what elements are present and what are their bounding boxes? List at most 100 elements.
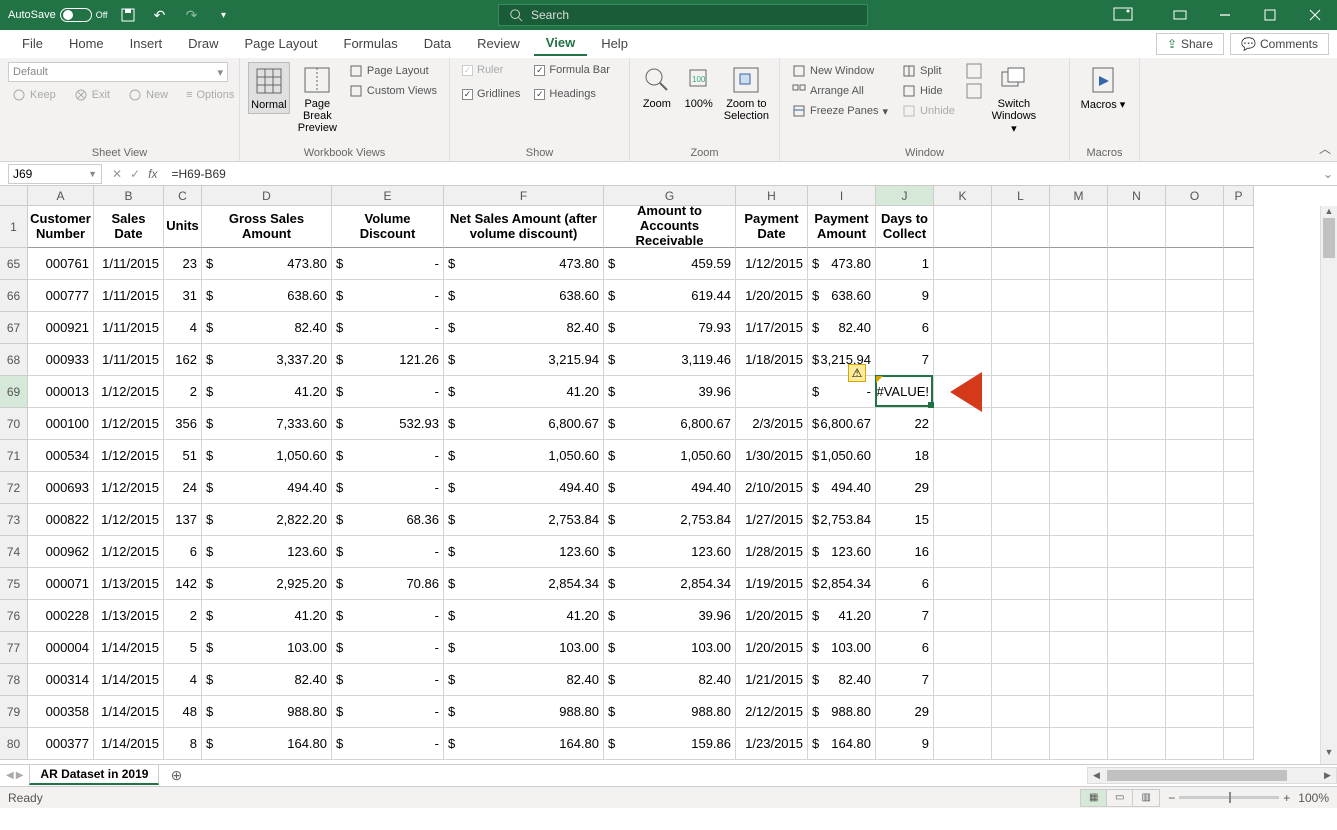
cell[interactable]: 24 bbox=[164, 472, 202, 504]
cell[interactable] bbox=[1108, 248, 1166, 280]
tab-file[interactable]: File bbox=[10, 32, 55, 55]
header-cell[interactable]: Net Sales Amount (after volume discount) bbox=[444, 206, 604, 248]
cell[interactable]: $82.40 bbox=[808, 312, 876, 344]
formula-input[interactable] bbox=[163, 162, 1319, 185]
col-header[interactable]: J bbox=[876, 186, 934, 206]
cell[interactable] bbox=[934, 440, 992, 472]
cell[interactable]: 000358 bbox=[28, 696, 94, 728]
cell[interactable] bbox=[1050, 248, 1108, 280]
cell[interactable] bbox=[1050, 536, 1108, 568]
cell[interactable]: 1/12/2015 bbox=[94, 504, 164, 536]
cell[interactable] bbox=[1224, 248, 1254, 280]
cell[interactable] bbox=[992, 440, 1050, 472]
cell[interactable]: 1/28/2015 bbox=[736, 536, 808, 568]
cell[interactable] bbox=[1108, 408, 1166, 440]
cell[interactable] bbox=[1108, 664, 1166, 696]
cell[interactable]: 1/11/2015 bbox=[94, 248, 164, 280]
sheet-nav[interactable]: ◀▶ bbox=[0, 770, 29, 781]
arrange-all-button[interactable]: Arrange All bbox=[788, 82, 892, 100]
col-header[interactable]: I bbox=[808, 186, 876, 206]
cell[interactable]: 51 bbox=[164, 440, 202, 472]
cell[interactable]: $1,050.60 bbox=[604, 440, 736, 472]
cell[interactable]: $2,753.84 bbox=[444, 504, 604, 536]
cell[interactable]: $2,753.84 bbox=[604, 504, 736, 536]
header-cell[interactable] bbox=[992, 206, 1050, 248]
cell[interactable]: 356 bbox=[164, 408, 202, 440]
cell[interactable] bbox=[1166, 504, 1224, 536]
scroll-right-icon[interactable]: ▶ bbox=[1319, 770, 1336, 781]
cell[interactable] bbox=[992, 696, 1050, 728]
zoom-track[interactable] bbox=[1179, 796, 1279, 799]
cell[interactable]: $638.60 bbox=[808, 280, 876, 312]
fx-icon[interactable]: fx bbox=[148, 167, 157, 181]
cell[interactable]: 4 bbox=[164, 664, 202, 696]
tab-review[interactable]: Review bbox=[465, 32, 532, 55]
cell[interactable]: 4 bbox=[164, 312, 202, 344]
sheet-next-icon[interactable]: ▶ bbox=[16, 770, 24, 781]
cell[interactable] bbox=[1050, 280, 1108, 312]
add-sheet-button[interactable]: ⊕ bbox=[165, 767, 187, 784]
cell[interactable]: 18 bbox=[876, 440, 934, 472]
close-icon[interactable] bbox=[1292, 0, 1337, 30]
cell[interactable] bbox=[1166, 632, 1224, 664]
row-header[interactable]: 78 bbox=[0, 664, 28, 696]
cell[interactable]: $- bbox=[332, 472, 444, 504]
cell[interactable]: $164.80 bbox=[808, 728, 876, 760]
cell[interactable] bbox=[992, 344, 1050, 376]
scroll-thumb[interactable] bbox=[1107, 770, 1287, 781]
switch-windows-button[interactable]: Switch Windows ▾ bbox=[989, 62, 1039, 137]
cell[interactable] bbox=[1108, 728, 1166, 760]
cell[interactable] bbox=[1166, 280, 1224, 312]
cell[interactable]: $6,800.67 bbox=[604, 408, 736, 440]
cell[interactable]: $123.60 bbox=[444, 536, 604, 568]
scroll-left-icon[interactable]: ◀ bbox=[1088, 770, 1105, 781]
cell[interactable] bbox=[992, 504, 1050, 536]
custom-views-button[interactable]: Custom Views bbox=[345, 82, 441, 100]
cell[interactable] bbox=[1108, 440, 1166, 472]
cell[interactable] bbox=[1108, 536, 1166, 568]
cell[interactable]: 1/27/2015 bbox=[736, 504, 808, 536]
col-header[interactable]: N bbox=[1108, 186, 1166, 206]
header-cell[interactable]: Sales Date bbox=[94, 206, 164, 248]
cell[interactable]: 000761 bbox=[28, 248, 94, 280]
split-button[interactable]: Split bbox=[898, 62, 959, 80]
cell[interactable]: $2,854.34 bbox=[808, 568, 876, 600]
cell[interactable]: $2,753.84 bbox=[808, 504, 876, 536]
share-button[interactable]: ⇪Share bbox=[1156, 33, 1224, 55]
keep-button[interactable]: Keep bbox=[8, 86, 60, 104]
view-side-icon[interactable] bbox=[965, 62, 983, 102]
cell[interactable] bbox=[1108, 280, 1166, 312]
cell[interactable] bbox=[1050, 728, 1108, 760]
cell[interactable]: $103.00 bbox=[604, 632, 736, 664]
header-cell[interactable]: Payment Amount bbox=[808, 206, 876, 248]
cancel-formula-icon[interactable]: ✕ bbox=[112, 167, 122, 181]
page-break-view-icon[interactable]: ▥ bbox=[1133, 790, 1159, 806]
cell[interactable] bbox=[992, 536, 1050, 568]
cell[interactable] bbox=[992, 312, 1050, 344]
cell[interactable]: $- bbox=[332, 440, 444, 472]
cell[interactable] bbox=[1050, 312, 1108, 344]
cell[interactable]: $473.80 bbox=[808, 248, 876, 280]
macros-button[interactable]: Macros ▾ bbox=[1078, 62, 1128, 113]
scroll-down-icon[interactable]: ▼ bbox=[1321, 747, 1337, 764]
cell[interactable]: $41.20 bbox=[444, 376, 604, 408]
cell[interactable]: 8 bbox=[164, 728, 202, 760]
cell[interactable]: $68.36 bbox=[332, 504, 444, 536]
row-header[interactable]: 72 bbox=[0, 472, 28, 504]
sheet-tab[interactable]: AR Dataset in 2019 bbox=[29, 765, 159, 785]
row-header[interactable]: 69 bbox=[0, 376, 28, 408]
cell[interactable]: $- bbox=[332, 312, 444, 344]
header-cell[interactable] bbox=[1166, 206, 1224, 248]
cell[interactable] bbox=[934, 312, 992, 344]
qat-customize-icon[interactable]: ▾ bbox=[212, 3, 236, 27]
cell[interactable]: 31 bbox=[164, 280, 202, 312]
cell[interactable]: 000228 bbox=[28, 600, 94, 632]
cell[interactable]: $- bbox=[332, 696, 444, 728]
cell[interactable]: 1/18/2015 bbox=[736, 344, 808, 376]
zoom-slider[interactable]: − + bbox=[1168, 791, 1290, 805]
cell[interactable] bbox=[992, 408, 1050, 440]
exit-button[interactable]: Exit bbox=[70, 86, 114, 104]
cell[interactable]: 000013 bbox=[28, 376, 94, 408]
cell[interactable]: 000921 bbox=[28, 312, 94, 344]
cell[interactable] bbox=[736, 376, 808, 408]
